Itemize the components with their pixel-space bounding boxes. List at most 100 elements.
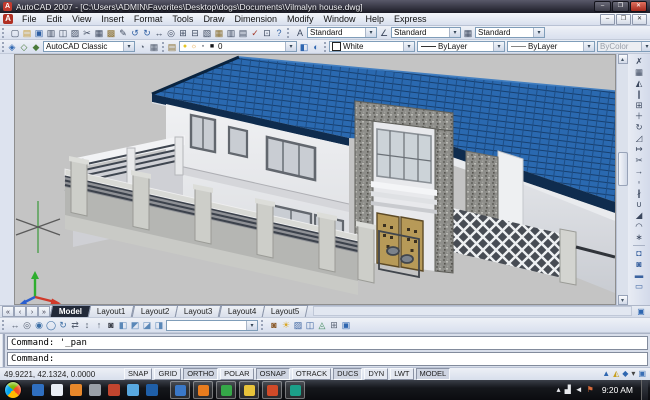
- workspace-combo[interactable]: AutoCAD Classic ▾: [43, 41, 135, 52]
- linetype-combo[interactable]: ByLayer ▾: [417, 41, 505, 52]
- vertical-scrollbar[interactable]: ▴ ▾: [616, 54, 628, 305]
- doc-close-button[interactable]: ✕: [632, 14, 647, 25]
- taskbar-open-app-6[interactable]: [285, 381, 305, 399]
- command-input[interactable]: Command:: [7, 352, 648, 366]
- layer-freeze-sun-icon[interactable]: ☼: [190, 43, 198, 50]
- combo-arrow-icon[interactable]: ▾: [493, 42, 504, 51]
- status-toggle[interactable]: OTRACK: [292, 368, 331, 380]
- match-properties-icon[interactable]: ✎: [117, 27, 129, 39]
- visual-style-combo[interactable]: ▾: [166, 320, 258, 331]
- rotate-icon[interactable]: ↻: [633, 122, 646, 133]
- taskbar-app-icon-5[interactable]: [108, 384, 120, 396]
- cut-icon[interactable]: ✂: [81, 27, 93, 39]
- menu-item[interactable]: Format: [129, 14, 168, 24]
- layout-tab[interactable]: Layout2: [131, 305, 178, 317]
- redo-icon[interactable]: ↻: [141, 27, 153, 39]
- start-button[interactable]: [4, 381, 22, 399]
- combo-arrow-icon[interactable]: ▾: [533, 28, 544, 37]
- scroll-down-icon[interactable]: ▾: [618, 295, 628, 305]
- menu-item[interactable]: Window: [319, 14, 361, 24]
- extend-icon[interactable]: →: [633, 166, 646, 177]
- menu-item[interactable]: Dimension: [229, 14, 282, 24]
- adjust-distance-icon[interactable]: ↕: [81, 319, 93, 331]
- help-icon[interactable]: ?: [273, 27, 285, 39]
- combo-arrow-icon[interactable]: ▾: [365, 28, 376, 37]
- free-orbit-icon[interactable]: ◯: [45, 319, 57, 331]
- workspace-settings-icon[interactable]: ◆: [30, 41, 42, 53]
- layer-combo[interactable]: ●☼▪■ 0 ▾: [179, 41, 297, 52]
- move-icon[interactable]: ＋: [633, 111, 646, 122]
- se-isometric-view-icon[interactable]: ◨: [153, 319, 165, 331]
- layout-tab[interactable]: Layout5: [262, 305, 309, 317]
- zoom-3d-icon[interactable]: ◎: [21, 319, 33, 331]
- last-tab-button[interactable]: »: [38, 306, 50, 317]
- table-style-combo[interactable]: Standard ▾: [475, 27, 545, 38]
- status-toggle[interactable]: LWT: [390, 368, 413, 380]
- materials-icon[interactable]: ▨: [292, 319, 304, 331]
- sheet-set-manager-icon[interactable]: ▤: [237, 27, 249, 39]
- menu-item[interactable]: Edit: [42, 14, 68, 24]
- menu-item[interactable]: Express: [389, 14, 432, 24]
- constrained-orbit-icon[interactable]: ◉: [33, 319, 45, 331]
- taskbar-app-icon-3[interactable]: [70, 384, 82, 396]
- break-icon[interactable]: ∦: [633, 188, 646, 199]
- menu-item[interactable]: Tools: [167, 14, 198, 24]
- toolbar-grip[interactable]: [324, 42, 326, 52]
- continuous-orbit-icon[interactable]: ↻: [57, 319, 69, 331]
- plot-preview-icon[interactable]: ◫: [57, 27, 69, 39]
- plot-icon[interactable]: ▥: [45, 27, 57, 39]
- render-window-icon[interactable]: ▣: [340, 319, 352, 331]
- pan-3d-icon[interactable]: ↔: [9, 319, 21, 331]
- doc-restore-button[interactable]: ❐: [616, 14, 631, 25]
- send-under-icon[interactable]: ▭: [633, 281, 646, 292]
- layer-previous-icon[interactable]: ◐: [310, 41, 322, 53]
- toolbar-grip[interactable]: [2, 28, 7, 38]
- status-toggle[interactable]: ORTHO: [183, 368, 218, 380]
- my-workspace-icon[interactable]: ▦: [148, 41, 160, 53]
- status-toggle[interactable]: DYN: [364, 368, 388, 380]
- publish-icon[interactable]: ▨: [69, 27, 81, 39]
- combo-arrow-icon[interactable]: ▾: [285, 42, 296, 51]
- save-icon[interactable]: ▣: [33, 27, 45, 39]
- hidden-icons-chevron-icon[interactable]: ▴: [557, 384, 561, 396]
- status-toggle[interactable]: POLAR: [220, 368, 253, 380]
- join-icon[interactable]: ∪: [633, 199, 646, 210]
- drawing-canvas[interactable]: [14, 54, 616, 305]
- minimize-button[interactable]: –: [594, 1, 611, 12]
- combo-arrow-icon[interactable]: ▾: [583, 42, 594, 51]
- dim-style-icon[interactable]: ∠: [378, 27, 390, 39]
- mirror-icon[interactable]: ◭: [633, 78, 646, 89]
- dim-style-combo[interactable]: Standard ▾: [391, 27, 461, 38]
- mapping-icon[interactable]: ◫: [304, 319, 316, 331]
- make-object-layer-current-icon[interactable]: ◧: [298, 41, 310, 53]
- workspace-settings-dialog-icon[interactable]: ◔: [136, 41, 148, 53]
- swivel-icon[interactable]: ⇄: [69, 319, 81, 331]
- lights-icon[interactable]: ☀: [280, 319, 292, 331]
- taskbar-open-app-4[interactable]: [239, 381, 259, 399]
- status-toggle[interactable]: MODEL: [416, 368, 451, 380]
- taskbar-open-app-1[interactable]: [170, 381, 190, 399]
- clean-screen-icon[interactable]: ▣: [638, 369, 646, 379]
- status-menu-chevron-icon[interactable]: ▾: [631, 369, 635, 379]
- action-center-flag-icon[interactable]: ⚑: [587, 384, 594, 396]
- layout-tab[interactable]: Layout1: [88, 305, 135, 317]
- render-environment-icon[interactable]: ◬: [316, 319, 328, 331]
- menu-item[interactable]: Insert: [96, 14, 129, 24]
- tool-palettes-icon[interactable]: ▥: [225, 27, 237, 39]
- close-button[interactable]: ✕: [630, 1, 647, 12]
- workspace-save-icon[interactable]: ◇: [18, 41, 30, 53]
- menu-item[interactable]: Help: [361, 14, 390, 24]
- scroll-up-icon[interactable]: ▴: [618, 54, 628, 64]
- advanced-render-settings-icon[interactable]: ⊞: [328, 319, 340, 331]
- combo-arrow-icon[interactable]: ▾: [403, 42, 414, 51]
- paste-icon[interactable]: ▩: [105, 27, 117, 39]
- combo-arrow-icon[interactable]: ▾: [123, 42, 134, 51]
- title-bar[interactable]: A AutoCAD 2007 - [C:\Users\ADMIN\Favorit…: [0, 0, 650, 13]
- annotation-scale-icon[interactable]: ▲: [602, 369, 610, 379]
- toolbar-grip[interactable]: [2, 42, 4, 52]
- camera-icon[interactable]: ◙: [105, 319, 117, 331]
- lineweight-combo[interactable]: ByLayer ▾: [507, 41, 595, 52]
- layout-tab[interactable]: Layout4: [218, 305, 265, 317]
- taskbar-app-icon-4[interactable]: [89, 384, 101, 396]
- taskbar-open-app-2[interactable]: [193, 381, 213, 399]
